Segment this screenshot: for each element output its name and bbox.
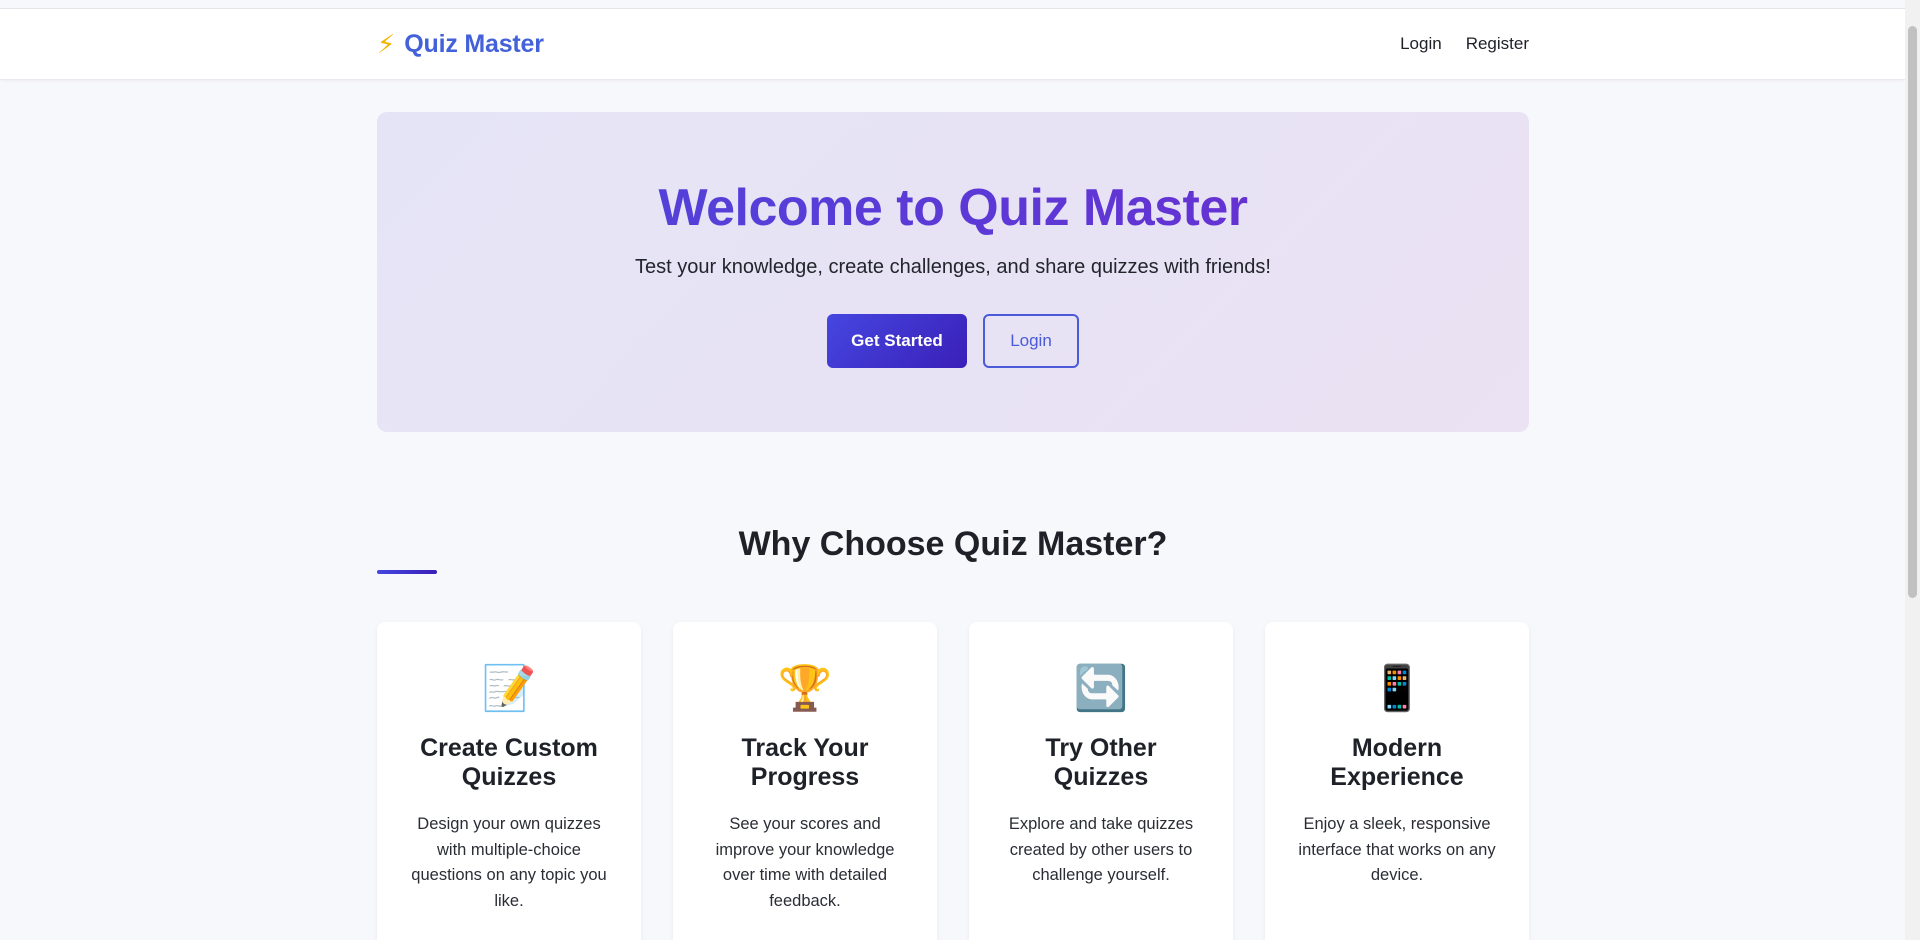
feature-card-description: Design your own quizzes with multiple-ch…	[411, 815, 607, 910]
feature-card-modern: 📱 Modern Experience Enjoy a sleek, respo…	[1265, 622, 1529, 940]
feature-card-create: 📝 Create Custom Quizzes Design your own …	[377, 622, 641, 940]
page: ⚡ Quiz Master Login Register Welcome to …	[0, 0, 1920, 940]
feature-card-description: See your scores and improve your knowled…	[715, 815, 895, 910]
nav-login-link[interactable]: Login	[1400, 33, 1442, 55]
memo-icon: 📝	[481, 664, 537, 713]
feature-card-title: Try Other Quizzes	[1045, 734, 1157, 791]
refresh-icon: 🔄	[1073, 664, 1129, 713]
feature-card-description: Enjoy a sleek, responsive interface that…	[1298, 815, 1496, 884]
feature-card-title: Track Your Progress	[741, 734, 869, 791]
vertical-scrollbar[interactable]	[1905, 0, 1920, 940]
site-header: ⚡ Quiz Master Login Register	[0, 9, 1905, 80]
lightning-icon: ⚡	[377, 29, 396, 59]
feature-card-progress: 🏆 Track Your Progress See your scores an…	[673, 622, 937, 940]
logo-text: Quiz Master	[404, 30, 544, 58]
main-nav: Login Register	[1400, 33, 1529, 55]
hero-title: Welcome to Quiz Master	[377, 176, 1529, 240]
nav-register-link[interactable]: Register	[1466, 33, 1529, 55]
hero-login-button[interactable]: Login	[983, 314, 1079, 368]
feature-cards: 📝 Create Custom Quizzes Design your own …	[377, 622, 1529, 940]
logo-link[interactable]: ⚡ Quiz Master	[377, 29, 544, 59]
get-started-button[interactable]: Get Started	[827, 314, 967, 368]
hero-subtitle: Test your knowledge, create challenges, …	[635, 256, 1271, 278]
feature-card-description: Explore and take quizzes created by othe…	[1008, 815, 1194, 884]
feature-card-title: Modern Experience	[1330, 734, 1464, 791]
section-underline	[377, 570, 437, 574]
features-title: Why Choose Quiz Master?	[738, 525, 1168, 563]
hero-section: Welcome to Quiz Master Test your knowled…	[377, 112, 1529, 432]
trophy-icon: 🏆	[777, 664, 833, 713]
feature-card-title: Create Custom Quizzes	[420, 734, 598, 791]
mobile-phone-icon: 📱	[1369, 664, 1425, 713]
feature-card-explore: 🔄 Try Other Quizzes Explore and take qui…	[969, 622, 1233, 940]
hero-actions: Get Started Login	[377, 314, 1529, 368]
scrollbar-thumb[interactable]	[1908, 26, 1917, 598]
